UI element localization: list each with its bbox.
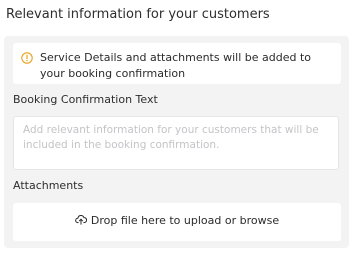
attachments-dropzone[interactable]: Drop file here to upload or browse xyxy=(13,203,341,241)
booking-confirmation-label: Booking Confirmation Text xyxy=(13,93,158,106)
dropzone-text: Drop file here to upload or browse xyxy=(90,214,280,227)
dropzone-content: Drop file here to upload or browse xyxy=(13,214,341,227)
booking-confirmation-textarea[interactable]: Add relevant information for your custom… xyxy=(13,116,339,170)
cloud-upload-icon xyxy=(75,215,87,225)
section-title: Relevant information for your customers xyxy=(6,7,270,22)
info-notice: Service Details and attachments will be … xyxy=(13,43,341,84)
booking-confirmation-placeholder: Add relevant information for your custom… xyxy=(23,124,319,151)
info-panel: Service Details and attachments will be … xyxy=(4,36,349,248)
attachments-label: Attachments xyxy=(13,179,84,192)
info-text: Service Details and attachments will be … xyxy=(40,51,311,80)
info-circle-icon xyxy=(21,52,33,64)
